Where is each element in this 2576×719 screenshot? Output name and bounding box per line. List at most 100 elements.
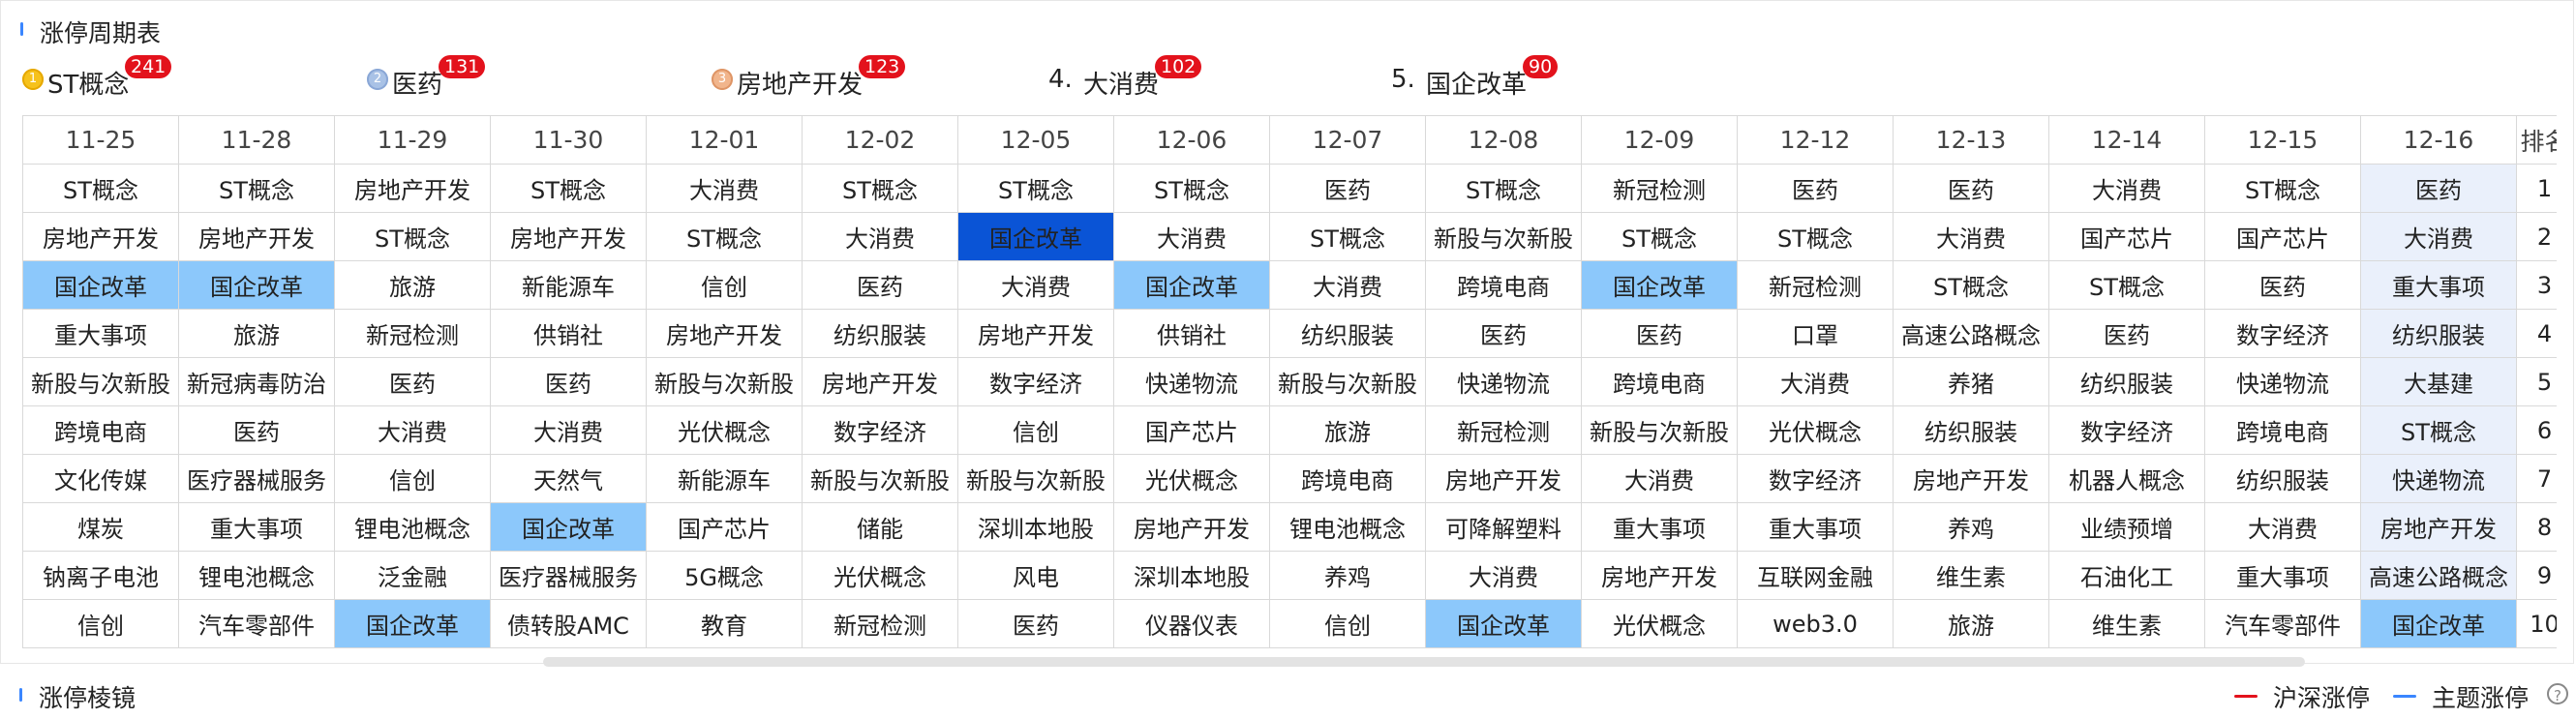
sector-cell[interactable]: ST概念 <box>1893 260 2049 310</box>
sector-cell[interactable]: 锂电池概念 <box>334 502 491 552</box>
sector-cell[interactable]: 旅游 <box>1269 405 1426 455</box>
date-header[interactable]: 12-01 <box>646 115 803 165</box>
sector-cell[interactable]: ST概念 <box>334 212 491 261</box>
sector-cell[interactable]: 医疗器械服务 <box>178 454 335 503</box>
sector-cell[interactable]: ST概念 <box>1425 164 1582 213</box>
date-header[interactable]: 11-29 <box>334 115 491 165</box>
sector-cell[interactable]: 互联网金融 <box>1737 551 1894 600</box>
sector-cell[interactable]: 医药 <box>957 599 1114 648</box>
sector-cell[interactable]: 医药 <box>802 260 958 310</box>
sector-cell[interactable]: 重大事项 <box>178 502 335 552</box>
sector-cell[interactable]: 信创 <box>334 454 491 503</box>
sector-cell[interactable]: 快递物流 <box>2360 454 2517 503</box>
date-header[interactable]: 11-25 <box>22 115 179 165</box>
sector-cell[interactable]: 大消费 <box>646 164 803 213</box>
sector-cell[interactable]: 国产芯片 <box>1113 405 1270 455</box>
sector-cell[interactable]: ST概念 <box>2204 164 2361 213</box>
sector-cell[interactable]: 数字经济 <box>957 357 1114 406</box>
help-icon[interactable]: ? <box>2547 683 2568 704</box>
sector-cell[interactable]: 大基建 <box>2360 357 2517 406</box>
sector-cell[interactable]: 新冠检测 <box>1425 405 1582 455</box>
sector-cell[interactable]: 房地产开发 <box>490 212 647 261</box>
sector-cell[interactable]: 房地产开发 <box>1425 454 1582 503</box>
sector-cell[interactable]: 大消费 <box>1269 260 1426 310</box>
sector-cell[interactable]: 快递物流 <box>2204 357 2361 406</box>
sector-cell[interactable]: 国企改革 <box>1425 599 1582 648</box>
sector-cell[interactable]: 医药 <box>2360 164 2517 213</box>
sector-cell[interactable]: 信创 <box>957 405 1114 455</box>
sector-cell[interactable]: 新股与次新股 <box>22 357 179 406</box>
sector-cell[interactable]: 大消费 <box>957 260 1114 310</box>
sector-cell[interactable]: 新股与次新股 <box>957 454 1114 503</box>
sector-cell[interactable]: 国产芯片 <box>2048 212 2205 261</box>
legend-label[interactable]: 沪深涨停 <box>2273 679 2370 714</box>
sector-cell[interactable]: ST概念 <box>1269 212 1426 261</box>
date-header[interactable]: 12-16 <box>2360 115 2517 165</box>
date-header[interactable]: 12-08 <box>1425 115 1582 165</box>
sector-cell[interactable]: 养鸡 <box>1269 551 1426 600</box>
sector-cell[interactable]: 医药 <box>1581 309 1738 358</box>
sector-cell[interactable]: 房地产开发 <box>1581 551 1738 600</box>
sector-cell[interactable]: 新冠检测 <box>1737 260 1894 310</box>
sector-cell[interactable]: 可降解塑料 <box>1425 502 1582 552</box>
sector-cell[interactable]: 数字经济 <box>2048 405 2205 455</box>
sector-cell[interactable]: ST概念 <box>490 164 647 213</box>
sector-cell[interactable]: 房地产开发 <box>802 357 958 406</box>
sector-cell[interactable]: 泛金融 <box>334 551 491 600</box>
sector-cell[interactable]: 医药 <box>1737 164 1894 213</box>
sector-cell[interactable]: 房地产开发 <box>334 164 491 213</box>
sector-cell[interactable]: 房地产开发 <box>1893 454 2049 503</box>
sector-cell[interactable]: 信创 <box>646 260 803 310</box>
date-header[interactable]: 12-15 <box>2204 115 2361 165</box>
sector-cell[interactable]: 新冠检测 <box>334 309 491 358</box>
sector-cell[interactable]: 国企改革 <box>1581 260 1738 310</box>
sector-cell[interactable]: 债转股AMC <box>490 599 647 648</box>
sector-cell[interactable]: 大消费 <box>1425 551 1582 600</box>
sector-cell[interactable]: 大消费 <box>2360 212 2517 261</box>
sector-cell[interactable]: 5G概念 <box>646 551 803 600</box>
sector-cell[interactable]: 大消费 <box>2048 164 2205 213</box>
sector-cell[interactable]: ST概念 <box>957 164 1114 213</box>
sector-cell[interactable]: 煤炭 <box>22 502 179 552</box>
sector-cell[interactable]: 文化传媒 <box>22 454 179 503</box>
sector-cell[interactable]: 新股与次新股 <box>1581 405 1738 455</box>
sector-cell[interactable]: 重大事项 <box>22 309 179 358</box>
sector-cell[interactable]: 锂电池概念 <box>1269 502 1426 552</box>
sector-cell[interactable]: 大消费 <box>1113 212 1270 261</box>
sector-cell[interactable]: 重大事项 <box>2360 260 2517 310</box>
sector-cell[interactable]: 维生素 <box>1893 551 2049 600</box>
sector-cell[interactable]: 光伏概念 <box>1581 599 1738 648</box>
sector-cell[interactable]: 旅游 <box>1893 599 2049 648</box>
sector-cell[interactable]: 快递物流 <box>1425 357 1582 406</box>
sector-cell[interactable]: 纺织服装 <box>2204 454 2361 503</box>
sector-cell[interactable]: 旅游 <box>334 260 491 310</box>
sector-cell[interactable]: 国企改革 <box>490 502 647 552</box>
sector-cell[interactable]: 跨境电商 <box>2204 405 2361 455</box>
sector-cell[interactable]: ST概念 <box>22 164 179 213</box>
sector-cell[interactable]: 快递物流 <box>1113 357 1270 406</box>
sector-cell[interactable]: 深圳本地股 <box>957 502 1114 552</box>
sector-cell[interactable]: ST概念 <box>646 212 803 261</box>
sector-cell[interactable]: 重大事项 <box>1581 502 1738 552</box>
date-header[interactable]: 12-06 <box>1113 115 1270 165</box>
sector-cell[interactable]: 供销社 <box>1113 309 1270 358</box>
date-header[interactable]: 12-05 <box>957 115 1114 165</box>
sector-cell[interactable]: 高速公路概念 <box>1893 309 2049 358</box>
sector-cell[interactable]: 医药 <box>1425 309 1582 358</box>
sector-cell[interactable]: 维生素 <box>2048 599 2205 648</box>
sector-cell[interactable]: 石油化工 <box>2048 551 2205 600</box>
sector-cell[interactable]: 新能源车 <box>646 454 803 503</box>
sector-cell[interactable]: 国企改革 <box>1113 260 1270 310</box>
horizontal-scrollbar[interactable] <box>543 657 2305 667</box>
sector-cell[interactable]: 光伏概念 <box>1113 454 1270 503</box>
sector-cell[interactable]: 大消费 <box>1581 454 1738 503</box>
sector-cell[interactable]: ST概念 <box>1737 212 1894 261</box>
date-header[interactable]: 12-12 <box>1737 115 1894 165</box>
sector-cell[interactable]: ST概念 <box>2360 405 2517 455</box>
sector-cell[interactable]: 机器人概念 <box>2048 454 2205 503</box>
sector-cell[interactable]: 国企改革 <box>2360 599 2517 648</box>
sector-cell[interactable]: 信创 <box>1269 599 1426 648</box>
sector-cell[interactable]: 纺织服装 <box>802 309 958 358</box>
sector-cell[interactable]: 新能源车 <box>490 260 647 310</box>
sector-cell[interactable]: 房地产开发 <box>1113 502 1270 552</box>
